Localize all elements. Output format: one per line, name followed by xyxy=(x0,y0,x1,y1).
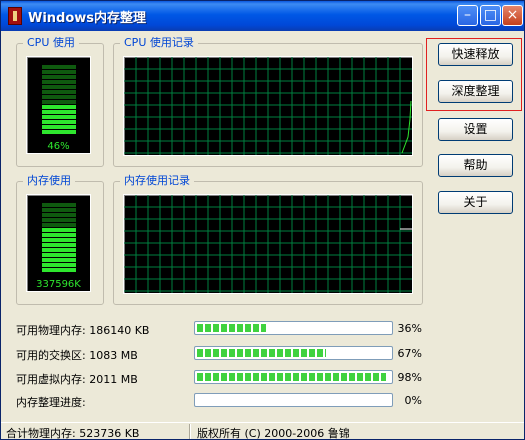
maximize-button[interactable]: □ xyxy=(480,5,501,26)
memory-meter-segment xyxy=(42,213,76,217)
fast-release-button[interactable]: 快速释放 xyxy=(438,43,513,66)
swap-progress xyxy=(194,346,393,360)
cpu-meter-segment xyxy=(42,105,76,109)
cpu-meter-segment xyxy=(42,65,76,69)
memory-meter-value: 337596K xyxy=(36,279,81,290)
stat-label-physical: 可用物理内存: 186140 KB xyxy=(16,324,150,337)
cpu-meter-segment xyxy=(42,80,76,84)
status-total-memory: 合计物理内存: 523736 KB xyxy=(6,427,140,440)
cpu-meter-segment xyxy=(42,100,76,104)
memory-usage-group: 内存使用 337596K xyxy=(16,174,104,305)
cpu-meter-value: 46% xyxy=(47,141,70,152)
deep-organize-button[interactable]: 深度整理 xyxy=(438,80,513,103)
memory-history-label: 内存使用记录 xyxy=(120,174,194,188)
swap-percent: 67% xyxy=(397,347,422,360)
status-copyright: 版权所有 (C) 2000-2006 鲁锦 xyxy=(197,427,350,440)
memory-meter-segment xyxy=(42,263,76,267)
physical-memory-percent: 36% xyxy=(397,322,422,335)
cpu-meter-segment xyxy=(42,75,76,79)
progress-fill xyxy=(197,349,326,357)
cpu-history-graph xyxy=(123,56,413,156)
memory-history-group: 内存使用记录 xyxy=(113,174,423,305)
help-button[interactable]: 帮助 xyxy=(438,154,513,177)
memory-meter-segment xyxy=(42,218,76,222)
physical-memory-progress xyxy=(194,321,393,335)
cpu-meter-segment xyxy=(42,130,76,134)
cpu-meter-segment xyxy=(42,120,76,124)
memory-meter: 337596K xyxy=(26,194,91,292)
cpu-meter-segment xyxy=(42,70,76,74)
status-separator xyxy=(189,424,190,439)
memory-meter-segment xyxy=(42,268,76,272)
progress-fill xyxy=(197,373,386,381)
cpu-meter-segment xyxy=(42,85,76,89)
cpu-history-label: CPU 使用记录 xyxy=(120,36,198,50)
memory-meter-segment xyxy=(42,203,76,207)
memory-meter-segment xyxy=(42,233,76,237)
cpu-history-group: CPU 使用记录 xyxy=(113,36,423,167)
memory-meter-segment xyxy=(42,243,76,247)
minimize-button[interactable]: – xyxy=(457,5,478,26)
memory-usage-label: 内存使用 xyxy=(23,174,75,188)
settings-button[interactable]: 设置 xyxy=(438,118,513,141)
memory-meter-segment xyxy=(42,208,76,212)
memory-meter-segment xyxy=(42,253,76,257)
memory-meter-segment xyxy=(42,238,76,242)
stat-label-virtual: 可用虚拟内存: 2011 MB xyxy=(16,373,138,386)
cpu-meter: 46% xyxy=(26,56,91,154)
close-button[interactable]: × xyxy=(502,5,523,26)
stat-label-organize: 内存整理进度: xyxy=(16,396,86,409)
cpu-meter-segment xyxy=(42,125,76,129)
memory-meter-segment xyxy=(42,223,76,227)
stat-label-swap: 可用的交换区: 1083 MB xyxy=(16,349,138,362)
memory-meter-segment xyxy=(42,248,76,252)
cpu-meter-segment xyxy=(42,90,76,94)
about-button[interactable]: 关于 xyxy=(438,191,513,214)
memory-history-graph xyxy=(123,194,413,294)
cpu-meter-segment xyxy=(42,95,76,99)
cpu-usage-group: CPU 使用 46% xyxy=(16,36,104,167)
organize-percent: 0% xyxy=(404,394,422,407)
app-icon xyxy=(8,7,22,25)
cpu-history-line xyxy=(401,100,412,154)
cpu-meter-bars xyxy=(42,65,76,135)
virtual-memory-progress xyxy=(194,370,393,384)
memory-meter-bars xyxy=(42,203,76,273)
cpu-meter-segment xyxy=(42,115,76,119)
progress-fill xyxy=(197,324,266,332)
title-bar[interactable]: Windows内存整理 – □ × xyxy=(1,1,524,31)
window-title: Windows内存整理 xyxy=(28,11,147,26)
virtual-memory-percent: 98% xyxy=(397,371,422,384)
main-window: Windows内存整理 – □ × CPU 使用 46% CPU 使用记录 内存… xyxy=(0,0,525,440)
status-bar: 合计物理内存: 523736 KB 版权所有 (C) 2000-2006 鲁锦 xyxy=(1,422,524,440)
organize-progress xyxy=(194,393,393,407)
memory-meter-segment xyxy=(42,258,76,262)
cpu-meter-segment xyxy=(42,110,76,114)
cpu-usage-label: CPU 使用 xyxy=(23,36,79,50)
memory-meter-segment xyxy=(42,228,76,232)
